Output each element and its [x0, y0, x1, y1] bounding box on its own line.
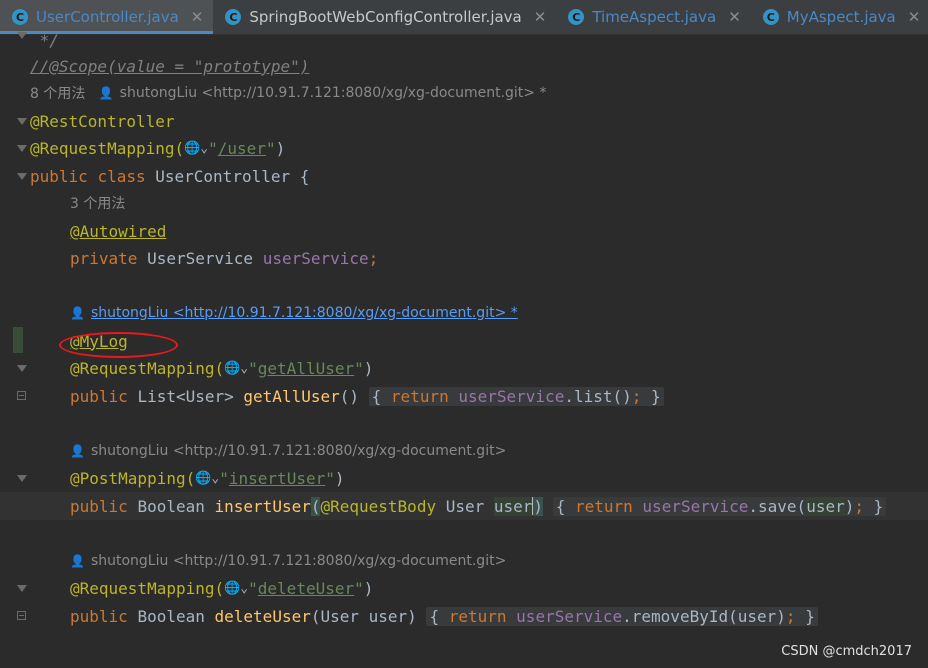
code-line-current: public Boolean insertUser ( @RequestBody… [0, 492, 928, 520]
tab-label: TimeAspect.java [592, 8, 717, 26]
code-inlay-hint: 👤 shutongLiu <http://10.91.7.121:8080/xg… [70, 299, 928, 327]
fold-start-icon[interactable] [17, 585, 27, 592]
author-icon: 👤 [98, 86, 114, 100]
field-user-service: userService [262, 248, 369, 268]
class-icon: C [762, 9, 779, 25]
globe-icon[interactable]: 🌐⌄ [224, 361, 248, 376]
fold-start-icon[interactable] [17, 173, 27, 180]
author-icon: 👤 [70, 306, 85, 320]
code-inlay-hint: 👤 shutongLiu <http://10.91.7.121:8080/xg… [70, 547, 928, 575]
globe-icon[interactable]: 🌐⌄ [224, 581, 248, 596]
watermark: CSDN @cmdch2017 [781, 644, 912, 659]
folded-body[interactable]: { return userService.removeById(user); } [426, 606, 818, 626]
tab-label: MyAspect.java [786, 8, 896, 26]
method-insert-user: insertUser [214, 496, 311, 516]
code-line: private UserService userService ; [70, 248, 379, 268]
code-line: */ [30, 26, 928, 54]
globe-icon[interactable]: 🌐⌄ [195, 471, 219, 486]
fold-collapse-icon[interactable] [17, 611, 26, 620]
class-icon: C [12, 9, 28, 25]
author-hint[interactable]: shutongLiu <http://10.91.7.121:8080/xg/x… [91, 443, 506, 459]
code-line: @RequestMapping( 🌐⌄ " deleteUser " ) [70, 578, 374, 598]
code-line: @MyLog [70, 327, 928, 355]
code-line: @PostMapping( 🌐⌄ " insertUser " ) [70, 468, 345, 488]
code-inlay-hint: 👤 shutongLiu <http://10.91.7.121:8080/xg… [70, 437, 928, 465]
mapping-path[interactable]: insertUser [229, 469, 325, 488]
fold-collapse-icon[interactable] [17, 391, 26, 400]
fold-start-icon[interactable] [17, 475, 27, 482]
comment-text: */ [30, 30, 59, 50]
mapping-path[interactable]: deleteUser [258, 579, 354, 598]
method-delete-user: deleteUser [214, 606, 311, 626]
author-hint[interactable]: shutongLiu <http://10.91.7.121:8080/xg/x… [120, 85, 547, 101]
code-line: public List<User> getAllUser () { return… [70, 382, 928, 410]
class-icon: C [568, 9, 585, 25]
change-marker [13, 327, 23, 353]
fold-start-icon[interactable] [17, 365, 27, 372]
fold-end-icon[interactable] [17, 32, 27, 39]
folded-body[interactable]: { return userService.list(); } [368, 386, 664, 406]
author-hint[interactable]: shutongLiu <http://10.91.7.121:8080/xg/x… [91, 553, 506, 569]
code-line: public class UserController { [30, 166, 310, 186]
close-icon[interactable]: ✕ [191, 8, 204, 26]
folded-body[interactable]: { return userService.save(user); } [552, 496, 887, 516]
method-get-all-user: getAllUser [243, 386, 340, 406]
mapping-path[interactable]: getAllUser [258, 359, 354, 378]
code-line: @Autowired [70, 217, 928, 245]
code-editor[interactable]: */ //@Scope(value = "prototype") 8 个用法 👤… [0, 31, 928, 668]
annotation-request-mapping: @RequestMapping( [30, 138, 185, 158]
tab-label: SpringBootWebConfigController.java [249, 8, 522, 26]
code-line: @RestController [30, 107, 928, 135]
annotation-rest-controller: @RestController [30, 111, 175, 131]
close-icon[interactable]: ✕ [908, 8, 921, 26]
class-name: UserController [155, 166, 291, 186]
fold-start-icon[interactable] [17, 145, 27, 152]
author-hint-link[interactable]: shutongLiu <http://10.91.7.121:8080/xg/x… [91, 305, 518, 321]
mapping-path[interactable]: /user [218, 139, 266, 158]
code-line: @RequestMapping( 🌐⌄ " /user " ) [30, 138, 286, 158]
close-icon[interactable]: ✕ [728, 8, 741, 26]
close-icon[interactable]: ✕ [534, 8, 547, 26]
class-icon: C [225, 9, 242, 25]
usages-hint[interactable]: 8 个用法 [30, 83, 85, 103]
annotation-autowired: @Autowired [70, 221, 167, 241]
tab-label: UserController.java [36, 8, 179, 26]
code-line: public Boolean deleteUser (User user) { … [70, 602, 928, 630]
author-icon: 👤 [70, 554, 85, 568]
globe-icon[interactable]: 🌐⌄ [184, 141, 208, 156]
fold-start-icon[interactable] [17, 118, 27, 125]
code-line: @RequestMapping( 🌐⌄ " getAllUser " ) [70, 358, 374, 378]
scope-comment: //@Scope(value = "prototype") [30, 56, 310, 76]
highlight-circle [59, 332, 178, 358]
usages-hint[interactable]: 3 个用法 [70, 193, 125, 213]
code-line: //@Scope(value = "prototype") [30, 52, 928, 80]
author-icon: 👤 [70, 444, 85, 458]
code-inlay-hint: 3 个用法 [70, 189, 928, 217]
code-inlay-hint: 8 个用法 👤 shutongLiu <http://10.91.7.121:8… [30, 79, 928, 107]
